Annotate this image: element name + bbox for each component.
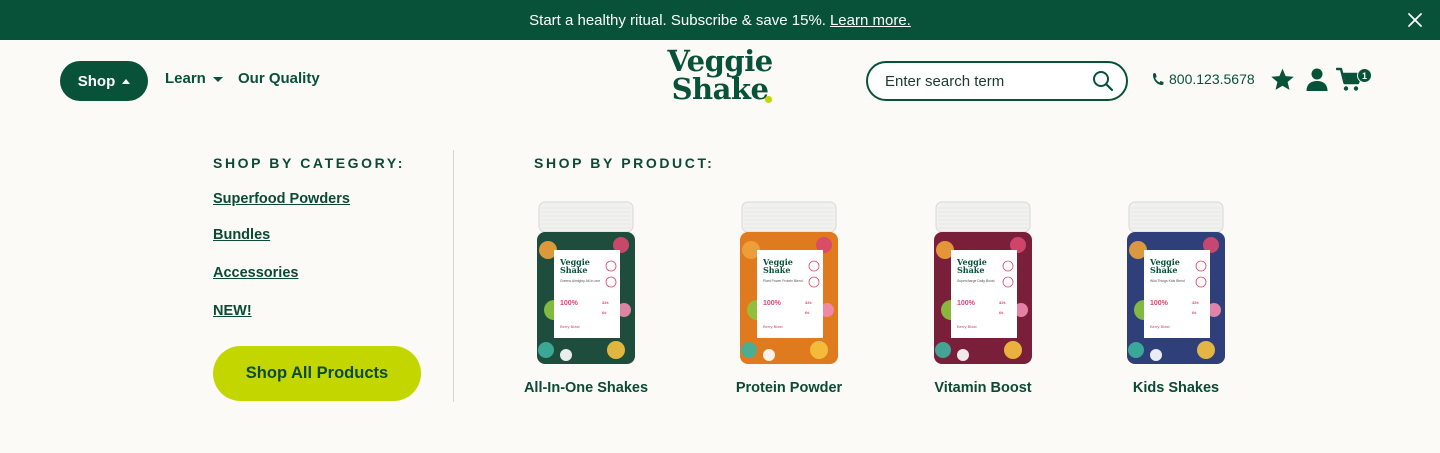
site-header: Shop Learn Our Quality Veggie Shake 800.… [0,40,1440,122]
shop-by-category-heading: SHOP BY CATEGORY: [213,155,405,171]
category-link-new[interactable]: NEW! [213,303,252,319]
svg-text:Shake: Shake [560,265,587,275]
promo-learn-more-link[interactable]: Learn more. [830,12,911,29]
product-card-protein-powder[interactable]: Veggie Shake Plant Power Protein Blend 100%… [709,200,869,400]
veggie-shake-logo[interactable]: Veggie Shake [664,47,776,109]
product-card-kids-shakes[interactable]: Veggie Shake Wild Things Kids Blend 100% 32¢… [1096,200,1256,400]
svg-text:Berry Blast: Berry Blast [763,324,783,329]
shop-all-products-button[interactable]: Shop All Products [213,346,421,401]
product-jar-image: VeggieShakePlant Power Protein Blend100%… [740,201,838,364]
favorites-star-icon[interactable] [1270,67,1295,92]
shop-by-product-heading: SHOP BY PRODUCT: [534,155,715,171]
svg-text:100%: 100% [957,300,976,307]
product-card-all-in-one[interactable]: Veggie Shake Greens Almighty All-In-one 100… [506,200,666,400]
svg-text:Berry Blast: Berry Blast [957,324,977,329]
product-jar-image: VeggieShakeSupercharge Daily Boost100% 32… [934,201,1032,364]
product-jar-image: VeggieShakeWild Things Kids Blend100% 32¢… [1127,201,1225,364]
caret-down-icon [212,77,223,82]
svg-text:32¢: 32¢ [999,300,1006,305]
svg-text:100%: 100% [1150,300,1169,307]
nav-shop-label: Shop [77,72,116,90]
svg-text:Berry Blast: Berry Blast [560,324,580,329]
product-name: Kids Shakes [1132,380,1220,396]
nav-learn-button[interactable]: Learn [165,70,223,87]
category-link-bundles[interactable]: Bundles [213,227,270,243]
caret-up-icon [122,79,131,84]
svg-text:Greens Almighty All-In-one: Greens Almighty All-In-one [560,279,600,283]
menu-divider [453,150,454,402]
product-card-vitamin-boost[interactable]: Veggie Shake Supercharge Daily Boost 100% 32… [903,200,1063,400]
svg-text:Shake: Shake [957,265,984,275]
phone-link[interactable]: 800.123.5678 [1152,71,1255,87]
logo-dot [765,96,772,103]
product-name: Vitamin Boost [934,380,1032,396]
search-box [866,61,1128,101]
nav-shop-button[interactable]: Shop [60,61,148,101]
svg-text:Supercharge Daily Boost: Supercharge Daily Boost [957,279,995,283]
category-link-accessories[interactable]: Accessories [213,265,298,281]
promo-bar: Start a healthy ritual. Subscribe & save… [0,0,1440,40]
svg-text:32¢: 32¢ [805,300,812,305]
svg-text:6¢: 6¢ [999,310,1004,315]
svg-text:100%: 100% [560,300,579,307]
cart-count-badge: 1 [1357,68,1372,83]
product-name: Protein Powder [735,380,843,396]
nav-our-quality-link[interactable]: Our Quality [238,70,320,87]
nav-learn-label: Learn [165,70,206,87]
svg-text:100%: 100% [763,300,782,307]
promo-text: Start a healthy ritual. Subscribe & save… [529,11,826,29]
svg-text:32¢: 32¢ [1192,300,1199,305]
svg-text:Shake: Shake [1150,265,1177,275]
search-icon[interactable] [1092,70,1114,92]
phone-number: 800.123.5678 [1169,71,1255,87]
category-link-superfood-powders[interactable]: Superfood Powders [213,191,350,207]
svg-text:Berry Blast: Berry Blast [1150,324,1170,329]
product-jar-image: VeggieShakeGreens Almighty All-In-one100… [537,201,635,364]
svg-text:Shake: Shake [763,265,790,275]
account-user-icon[interactable] [1305,67,1329,92]
product-name: All-In-One Shakes [523,380,649,396]
svg-text:6¢: 6¢ [602,310,607,315]
search-input[interactable] [885,72,1092,90]
phone-icon [1153,73,1164,85]
svg-text:32¢: 32¢ [602,300,609,305]
svg-text:6¢: 6¢ [805,310,810,315]
close-icon[interactable] [1406,11,1424,29]
logo-line-1: Veggie [667,44,773,78]
svg-text:Wild Things Kids Blend: Wild Things Kids Blend [1150,279,1185,283]
svg-text:6¢: 6¢ [1192,310,1197,315]
svg-text:Plant Power Protein Blend: Plant Power Protein Blend [763,279,803,283]
logo-line-2: Shake [671,72,769,106]
